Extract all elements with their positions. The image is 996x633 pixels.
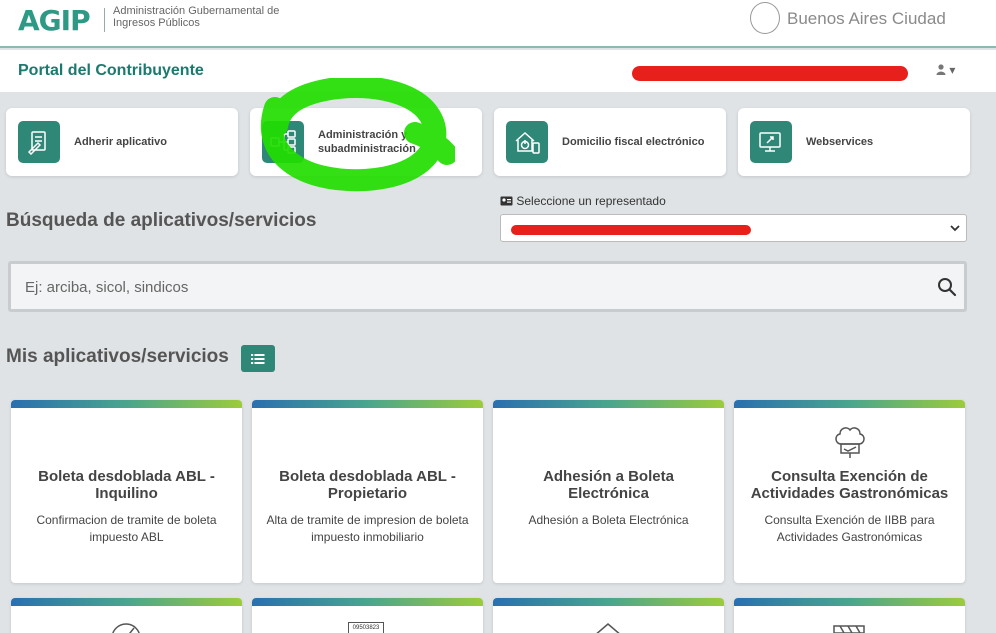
app-card-title: Boleta desdoblada ABL - Inquilino: [38, 468, 215, 502]
document-pen-icon: [18, 121, 60, 163]
agency-name: Administración Gubernamental de Ingresos…: [113, 5, 280, 29]
chevron-down-icon: [950, 225, 960, 232]
page-title: Portal del Contribuyente: [18, 62, 204, 79]
user-menu[interactable]: ▾: [936, 63, 955, 77]
quick-card-label: Domicilio fiscal electrónico: [562, 136, 705, 148]
city-brand: Buenos Aires Ciudad: [787, 9, 946, 28]
app-card-exencion-gastronomicas[interactable]: Consulta Exención de Actividades Gastron…: [734, 400, 965, 583]
quick-card-label: Webservices: [806, 136, 874, 148]
representative-label: Seleccione un representado: [500, 194, 666, 208]
receipt-icon: 09503823: [348, 622, 384, 633]
card-accent-bar: [734, 598, 965, 606]
user-icon: [936, 64, 946, 75]
list-view-button[interactable]: [241, 345, 275, 372]
chef-hat-icon: [734, 422, 965, 462]
app-card-partial[interactable]: 09503823: [252, 598, 483, 633]
app-card-title: Consulta Exención de Actividades Gastron…: [750, 468, 949, 502]
search-icon[interactable]: [936, 276, 958, 298]
card-accent-bar: [252, 598, 483, 606]
logo-divider: [104, 8, 105, 32]
app-card-abl-propietario[interactable]: Boleta desdoblada ABL - Propietario Alta…: [252, 400, 483, 583]
representative-label-text: Seleccione un representado: [516, 194, 666, 208]
quick-card-domicilio-fiscal[interactable]: Domicilio fiscal electrónico: [494, 108, 726, 176]
representative-select[interactable]: [500, 214, 967, 242]
app-card-title: Boleta desdoblada ABL - Propietario: [279, 468, 456, 502]
gauge-icon: [112, 623, 140, 633]
top-bar: AGIP Administración Gubernamental de Ing…: [0, 0, 996, 48]
my-apps-heading: Mis aplicativos/servicios: [6, 346, 229, 367]
redacted-representative: [511, 225, 751, 235]
app-card-partial[interactable]: [11, 598, 242, 633]
quick-card-label: Adherir aplicativo: [74, 136, 167, 148]
search-box: [8, 261, 967, 312]
id-card-icon: [500, 196, 513, 206]
portal-header: Portal del Contribuyente ▾: [0, 50, 996, 92]
card-accent-bar: [493, 400, 724, 408]
app-card-description: Confirmacion de tramite de boleta impues…: [36, 513, 217, 544]
quick-card-webservices[interactable]: Webservices: [738, 108, 970, 176]
app-card-partial[interactable]: [734, 598, 965, 633]
search-heading: Búsqueda de aplicativos/servicios: [6, 210, 317, 231]
app-card-partial[interactable]: [493, 598, 724, 633]
quick-card-adherir-aplicativo[interactable]: Adherir aplicativo: [6, 108, 238, 176]
app-card-description: Alta de tramite de impresion de boleta i…: [266, 513, 469, 544]
search-input[interactable]: [25, 275, 905, 299]
agip-logo[interactable]: AGIP: [18, 4, 91, 37]
monitor-link-icon: [750, 121, 792, 163]
redacted-user-name: [632, 66, 908, 81]
app-card-description: Consulta Exención de IIBB para Actividad…: [764, 513, 935, 544]
app-card-boleta-electronica[interactable]: Adhesión a Boleta Electrónica Adhesión a…: [493, 400, 724, 583]
card-accent-bar: [11, 400, 242, 408]
barrier-icon: [833, 625, 865, 633]
card-accent-bar: [252, 400, 483, 408]
receipt-number: 09503823: [352, 625, 380, 631]
home-power-icon: [506, 121, 548, 163]
green-circle-annotation: [260, 78, 455, 192]
card-accent-bar: [493, 598, 724, 606]
house-icon: [596, 623, 620, 633]
chevron-down-icon: ▾: [949, 63, 956, 77]
app-card-description: Adhesión a Boleta Electrónica: [528, 513, 689, 527]
app-card-abl-inquilino[interactable]: Boleta desdoblada ABL - Inquilino Confir…: [11, 400, 242, 583]
buenos-aires-seal-icon: [750, 2, 780, 34]
card-accent-bar: [734, 400, 965, 408]
app-card-title: Adhesión a Boleta Electrónica: [543, 468, 674, 502]
list-icon: [251, 353, 265, 364]
card-accent-bar: [11, 598, 242, 606]
